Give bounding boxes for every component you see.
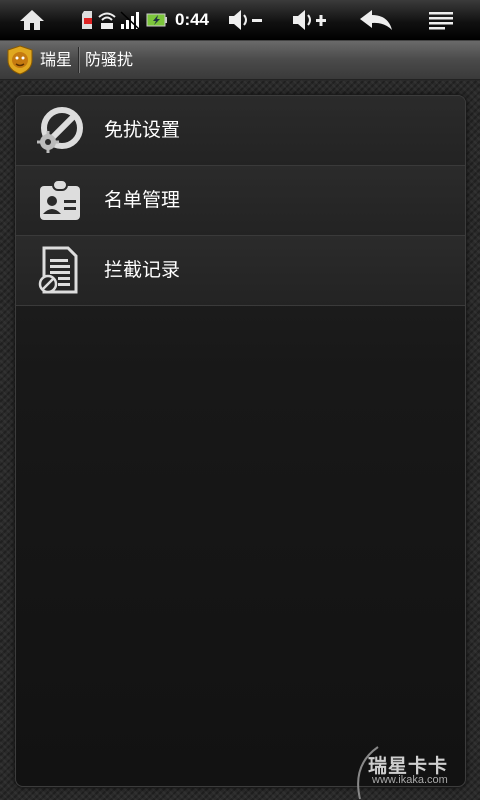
watermark-url: www.ikaka.com bbox=[372, 774, 448, 786]
title-bar: 瑞星 防骚扰 bbox=[0, 41, 480, 80]
menu-item-label: 免扰设置 bbox=[104, 119, 181, 141]
menu-item-label: 名单管理 bbox=[104, 189, 181, 211]
wifi-icon bbox=[97, 0, 117, 40]
clock: 0:44 bbox=[174, 10, 210, 29]
battery-icon bbox=[145, 0, 169, 40]
volume-down-icon[interactable] bbox=[224, 0, 268, 40]
blocked-log-icon bbox=[36, 246, 84, 294]
status-bar: 0:44 bbox=[0, 0, 480, 41]
signal-icon bbox=[119, 0, 143, 40]
back-icon[interactable] bbox=[355, 0, 397, 40]
menu-icon[interactable] bbox=[424, 0, 458, 40]
sd-card-icon bbox=[80, 0, 96, 40]
app-name: 瑞星 bbox=[40, 50, 73, 69]
contact-card-icon bbox=[36, 176, 84, 224]
settings-block-icon bbox=[36, 106, 84, 154]
title-divider bbox=[78, 47, 79, 73]
menu-item-label: 拦截记录 bbox=[104, 259, 181, 281]
watermark: 瑞星卡卡 www.ikaka.com bbox=[350, 745, 480, 800]
page-title: 防骚扰 bbox=[85, 50, 134, 69]
home-icon[interactable] bbox=[14, 0, 50, 40]
menu-item-intercept-log[interactable]: 拦截记录 bbox=[16, 236, 465, 306]
menu-item-list-management[interactable]: 名单管理 bbox=[16, 166, 465, 236]
rising-lion-logo-icon bbox=[6, 45, 34, 75]
menu-item-do-not-disturb-settings[interactable]: 免扰设置 bbox=[16, 96, 465, 166]
volume-up-icon[interactable] bbox=[288, 0, 332, 40]
menu-panel: 免扰设置 名单管理 拦截记录 bbox=[15, 95, 466, 787]
